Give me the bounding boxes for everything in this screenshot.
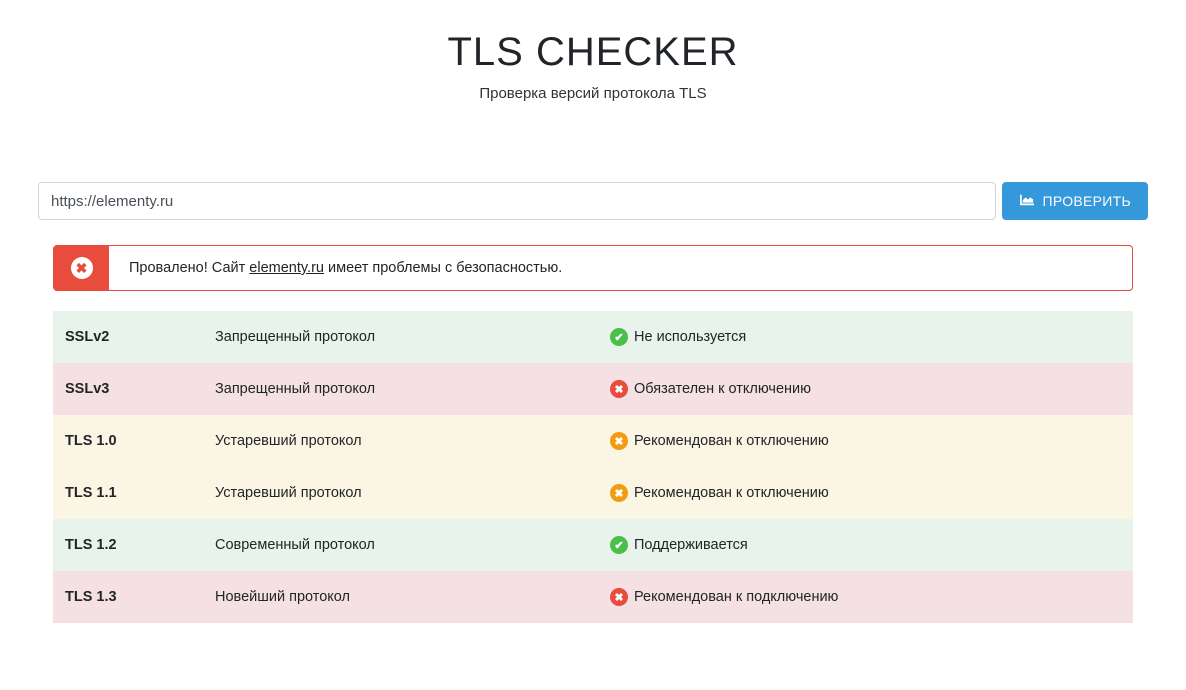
alert-site-link[interactable]: elementy.ru [249,260,324,276]
status-cell: ✖ Рекомендован к отключению [598,467,1133,519]
table-row: TLS 1.2Современный протокол ✔ Поддерживает… [53,519,1133,571]
description-cell: Запрещенный протокол [203,363,598,415]
page-subtitle: Проверка версий протокола TLS [38,85,1148,102]
error-icon: ✖ [71,257,93,279]
protocol-cell: TLS 1.2 [53,519,203,571]
alert-failed: ✖ Провалено! Сайт elementy.ru имеет проб… [53,245,1133,291]
times-circle-icon: ✖ [610,588,628,606]
protocol-cell: TLS 1.3 [53,571,203,623]
alert-prefix: Провалено! Сайт [129,260,249,276]
description-cell: Современный протокол [203,519,598,571]
check-form: ПРОВЕРИТЬ [38,182,1148,220]
table-row: TLS 1.3Новейший протокол ✖ Рекомендован к … [53,571,1133,623]
alert-suffix: имеет проблемы с безопасностью. [324,260,562,276]
alert-icon-box: ✖ [54,246,109,290]
status-cell: ✖ Обязателен к отключению [598,363,1133,415]
status-cell: ✔ Поддерживается [598,519,1133,571]
status-text: Рекомендован к отключению [634,485,829,501]
description-cell: Устаревший протокол [203,467,598,519]
check-button-label: ПРОВЕРИТЬ [1043,193,1132,209]
description-cell: Запрещенный протокол [203,311,598,363]
check-circle-icon: ✔ [610,536,628,554]
url-input[interactable] [38,182,996,220]
status-text: Не используется [634,329,746,345]
protocol-cell: SSLv2 [53,311,203,363]
table-row: SSLv3Запрещенный протокол ✖ Обязателен к о… [53,363,1133,415]
protocol-cell: TLS 1.0 [53,415,203,467]
results-table: SSLv2Запрещенный протокол ✔ Не используетс… [53,311,1133,623]
status-text: Поддерживается [634,537,748,553]
check-circle-icon: ✔ [610,328,628,346]
status-cell: ✖ Рекомендован к подключению [598,571,1133,623]
table-row: TLS 1.0Устаревший протокол ✖ Рекомендован … [53,415,1133,467]
table-row: SSLv2Запрещенный протокол ✔ Не используетс… [53,311,1133,363]
status-text: Обязателен к отключению [634,381,811,397]
page-title: TLS CHECKER [38,30,1148,75]
times-circle-icon: ✖ [610,484,628,502]
status-text: Рекомендован к подключению [634,589,838,605]
times-circle-icon: ✖ [610,380,628,398]
protocol-cell: TLS 1.1 [53,467,203,519]
table-row: TLS 1.1Устаревший протокол ✖ Рекомендован … [53,467,1133,519]
status-cell: ✔ Не используется [598,311,1133,363]
alert-message: Провалено! Сайт elementy.ru имеет пробле… [109,246,1132,290]
check-button[interactable]: ПРОВЕРИТЬ [1002,182,1149,220]
status-cell: ✖ Рекомендован к отключению [598,415,1133,467]
status-text: Рекомендован к отключению [634,433,829,449]
description-cell: Устаревший протокол [203,415,598,467]
chart-area-icon [1019,193,1035,210]
protocol-cell: SSLv3 [53,363,203,415]
description-cell: Новейший протокол [203,571,598,623]
times-circle-icon: ✖ [610,432,628,450]
